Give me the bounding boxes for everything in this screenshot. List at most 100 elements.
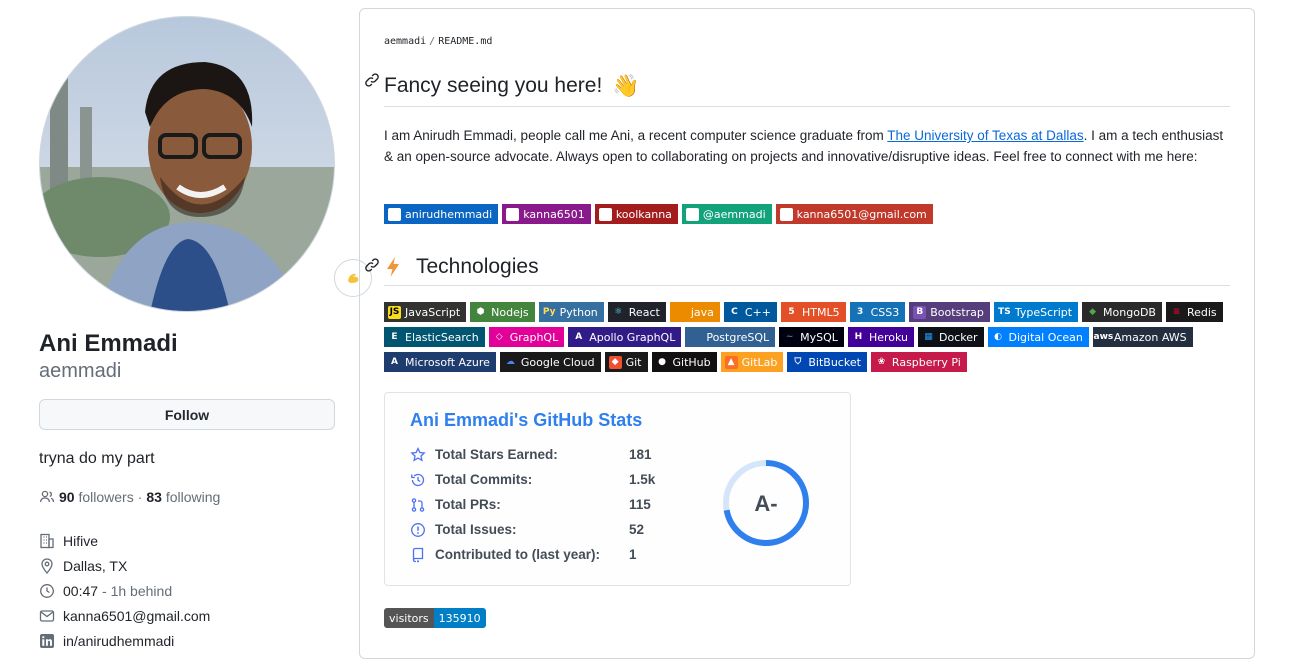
badge-css3[interactable]: 3 CSS3 [849,302,906,322]
badge-javascript[interactable]: JS JavaScript [384,302,467,322]
badge-heroku[interactable]: H Heroku [847,327,914,347]
star-icon [410,446,426,463]
badge-label: Nodejs [491,305,529,319]
tech-badges-row: A Microsoft Azure ☁ Google Cloud ◆ Git ● GitHub… [384,352,967,372]
bootstrap-icon: B [913,305,927,319]
stats-value: 1.5k [629,472,656,487]
badge-mysql[interactable]: ~ MySQL [779,327,844,347]
linkedin-link[interactable]: in/anirudhemmadi [63,633,174,649]
badge-python[interactable]: Py Python [538,302,604,322]
postgresql-icon [689,330,703,344]
email-link[interactable]: kanna6501@gmail.com [63,608,210,624]
time-offset-text: - 1h behind [102,582,173,599]
visitors-count: 135910 [433,608,486,628]
badge-google-cloud[interactable]: ☁ Google Cloud [499,352,601,372]
heading-divider [384,106,1230,107]
badge-git[interactable]: ◆ Git [604,352,648,372]
badge-graphql[interactable]: ◇ GraphQL [488,327,565,347]
link-icon[interactable] [364,72,380,88]
university-link[interactable]: The University of Texas at Dallas [887,128,1083,143]
badge-docker[interactable]: ▦ Docker [918,327,984,347]
people-icon [39,490,55,503]
greeting-heading: Fancy seeing you here! 👋 [384,73,640,99]
local-time-row: 00:47 - 1h behind [39,578,210,603]
readme-path: aemmadi / README.md [384,36,492,47]
badge-label: Docker [939,330,978,344]
badge-label: GitLab [741,355,778,369]
badge-label: Heroku [868,330,908,344]
badge-label: Raspberry Pi [891,355,961,369]
raspberry-pi-icon: ❀ [874,355,888,369]
stats-row: Total PRs: 115 [410,492,651,517]
badge-raspberry-pi[interactable]: ❀ Raspberry Pi [870,352,967,372]
readme-path-user[interactable]: aemmadi [384,36,426,47]
elasticsearch-icon: E [388,330,401,344]
intro-text-part1: I am Anirudh Emmadi, people call me Ani,… [384,128,888,143]
stats-value: 52 [629,522,645,537]
followers-link[interactable]: 90 followers [59,489,134,505]
badge-html5[interactable]: 5 HTML5 [781,302,846,322]
greeting-heading-text: Fancy seeing you here! [384,74,603,97]
stats-row: Total Issues: 52 [410,517,644,542]
badge-bitbucket[interactable]: ⛉ BitBucket [787,352,867,372]
badge-typescript[interactable]: TS TypeScript [993,302,1079,322]
badge-postgresql[interactable]: PostgreSQL [685,327,776,347]
rank-grade: A- [754,491,777,516]
badge-react[interactable]: ⚛ React [607,302,666,322]
badge-kanna6501-gmail-com[interactable]: kanna6501@gmail.com [775,204,933,224]
badge-java[interactable]: java [669,302,720,322]
badge-microsoft-azure[interactable]: A Microsoft Azure [384,352,496,372]
stats-label: Total PRs: [435,497,501,512]
profile-bio: tryna do my part [39,450,155,467]
badge-label: GraphQL [509,330,559,344]
linkedin-icon [388,207,401,221]
badge--aemmadi[interactable]: @aemmadi [681,204,772,224]
amazon-aws-icon: aws [1093,330,1114,344]
avatar-container [39,16,372,312]
badge-label: ElasticSearch [405,330,479,344]
badge-apollo-graphql[interactable]: A Apollo GraphQL [568,327,682,347]
badge-anirudhemmadi[interactable]: anirudhemmadi [384,204,499,224]
profile-username: aemmadi [39,360,122,382]
issue-icon [410,522,426,538]
tech-badges-row: E ElasticSearch ◇ GraphQL A Apollo GraphQL Pos… [384,327,1193,347]
follow-button[interactable]: Follow [39,399,335,430]
badge-redis[interactable]: ≡ Redis [1165,302,1223,322]
stats-value: 181 [629,447,652,462]
badge-github[interactable]: ● GitHub [651,352,717,372]
typescript-icon: TS [997,305,1011,319]
badge-amazon-aws[interactable]: aws Amazon AWS [1092,327,1193,347]
mysql-icon: ~ [783,330,797,344]
following-link[interactable]: 83 following [146,489,220,505]
lightning-icon [387,257,399,277]
badge-label: Python [559,305,598,319]
badge-label: Microsoft Azure [405,355,490,369]
badge-c-[interactable]: C C++ [723,302,777,322]
badge-kanna6501[interactable]: kanna6501 [502,204,591,224]
java-icon [673,305,687,319]
youtube-icon [598,207,612,221]
clock-icon [39,583,55,599]
badge-mongodb[interactable]: ◆ MongoDB [1082,302,1162,322]
badge-label: HTML5 [802,305,840,319]
badge-bootstrap[interactable]: B Bootstrap [909,302,990,322]
badge-koolkanna[interactable]: koolkanna [594,204,678,224]
badge-elasticsearch[interactable]: E ElasticSearch [384,327,485,347]
readme-card: aemmadi / README.md Fancy seeing you here!… [359,8,1255,659]
readme-path-file[interactable]: README.md [438,36,492,47]
badge-nodejs[interactable]: ⬢ Nodejs [470,302,535,322]
avatar[interactable] [39,16,335,312]
link-icon[interactable] [364,257,380,273]
avatar-photo [40,17,334,311]
html5-icon: 5 [785,305,798,319]
badge-label: Redis [1186,305,1217,319]
intro-paragraph: I am Anirudh Emmadi, people call me Ani,… [384,125,1234,167]
email-row: kanna6501@gmail.com [39,603,210,628]
follow-stats: 90 followers · 83 following [39,489,220,505]
badge-gitlab[interactable]: ▲ GitLab [720,352,784,372]
company-text: Hifive [63,532,99,549]
badge-digital-ocean[interactable]: ◐ Digital Ocean [987,327,1089,347]
python-icon: Py [542,305,556,319]
github-stats-card[interactable]: Ani Emmadi's GitHub Stats Total Stars Ea… [384,392,851,586]
location-text: Dallas, TX [63,557,128,574]
